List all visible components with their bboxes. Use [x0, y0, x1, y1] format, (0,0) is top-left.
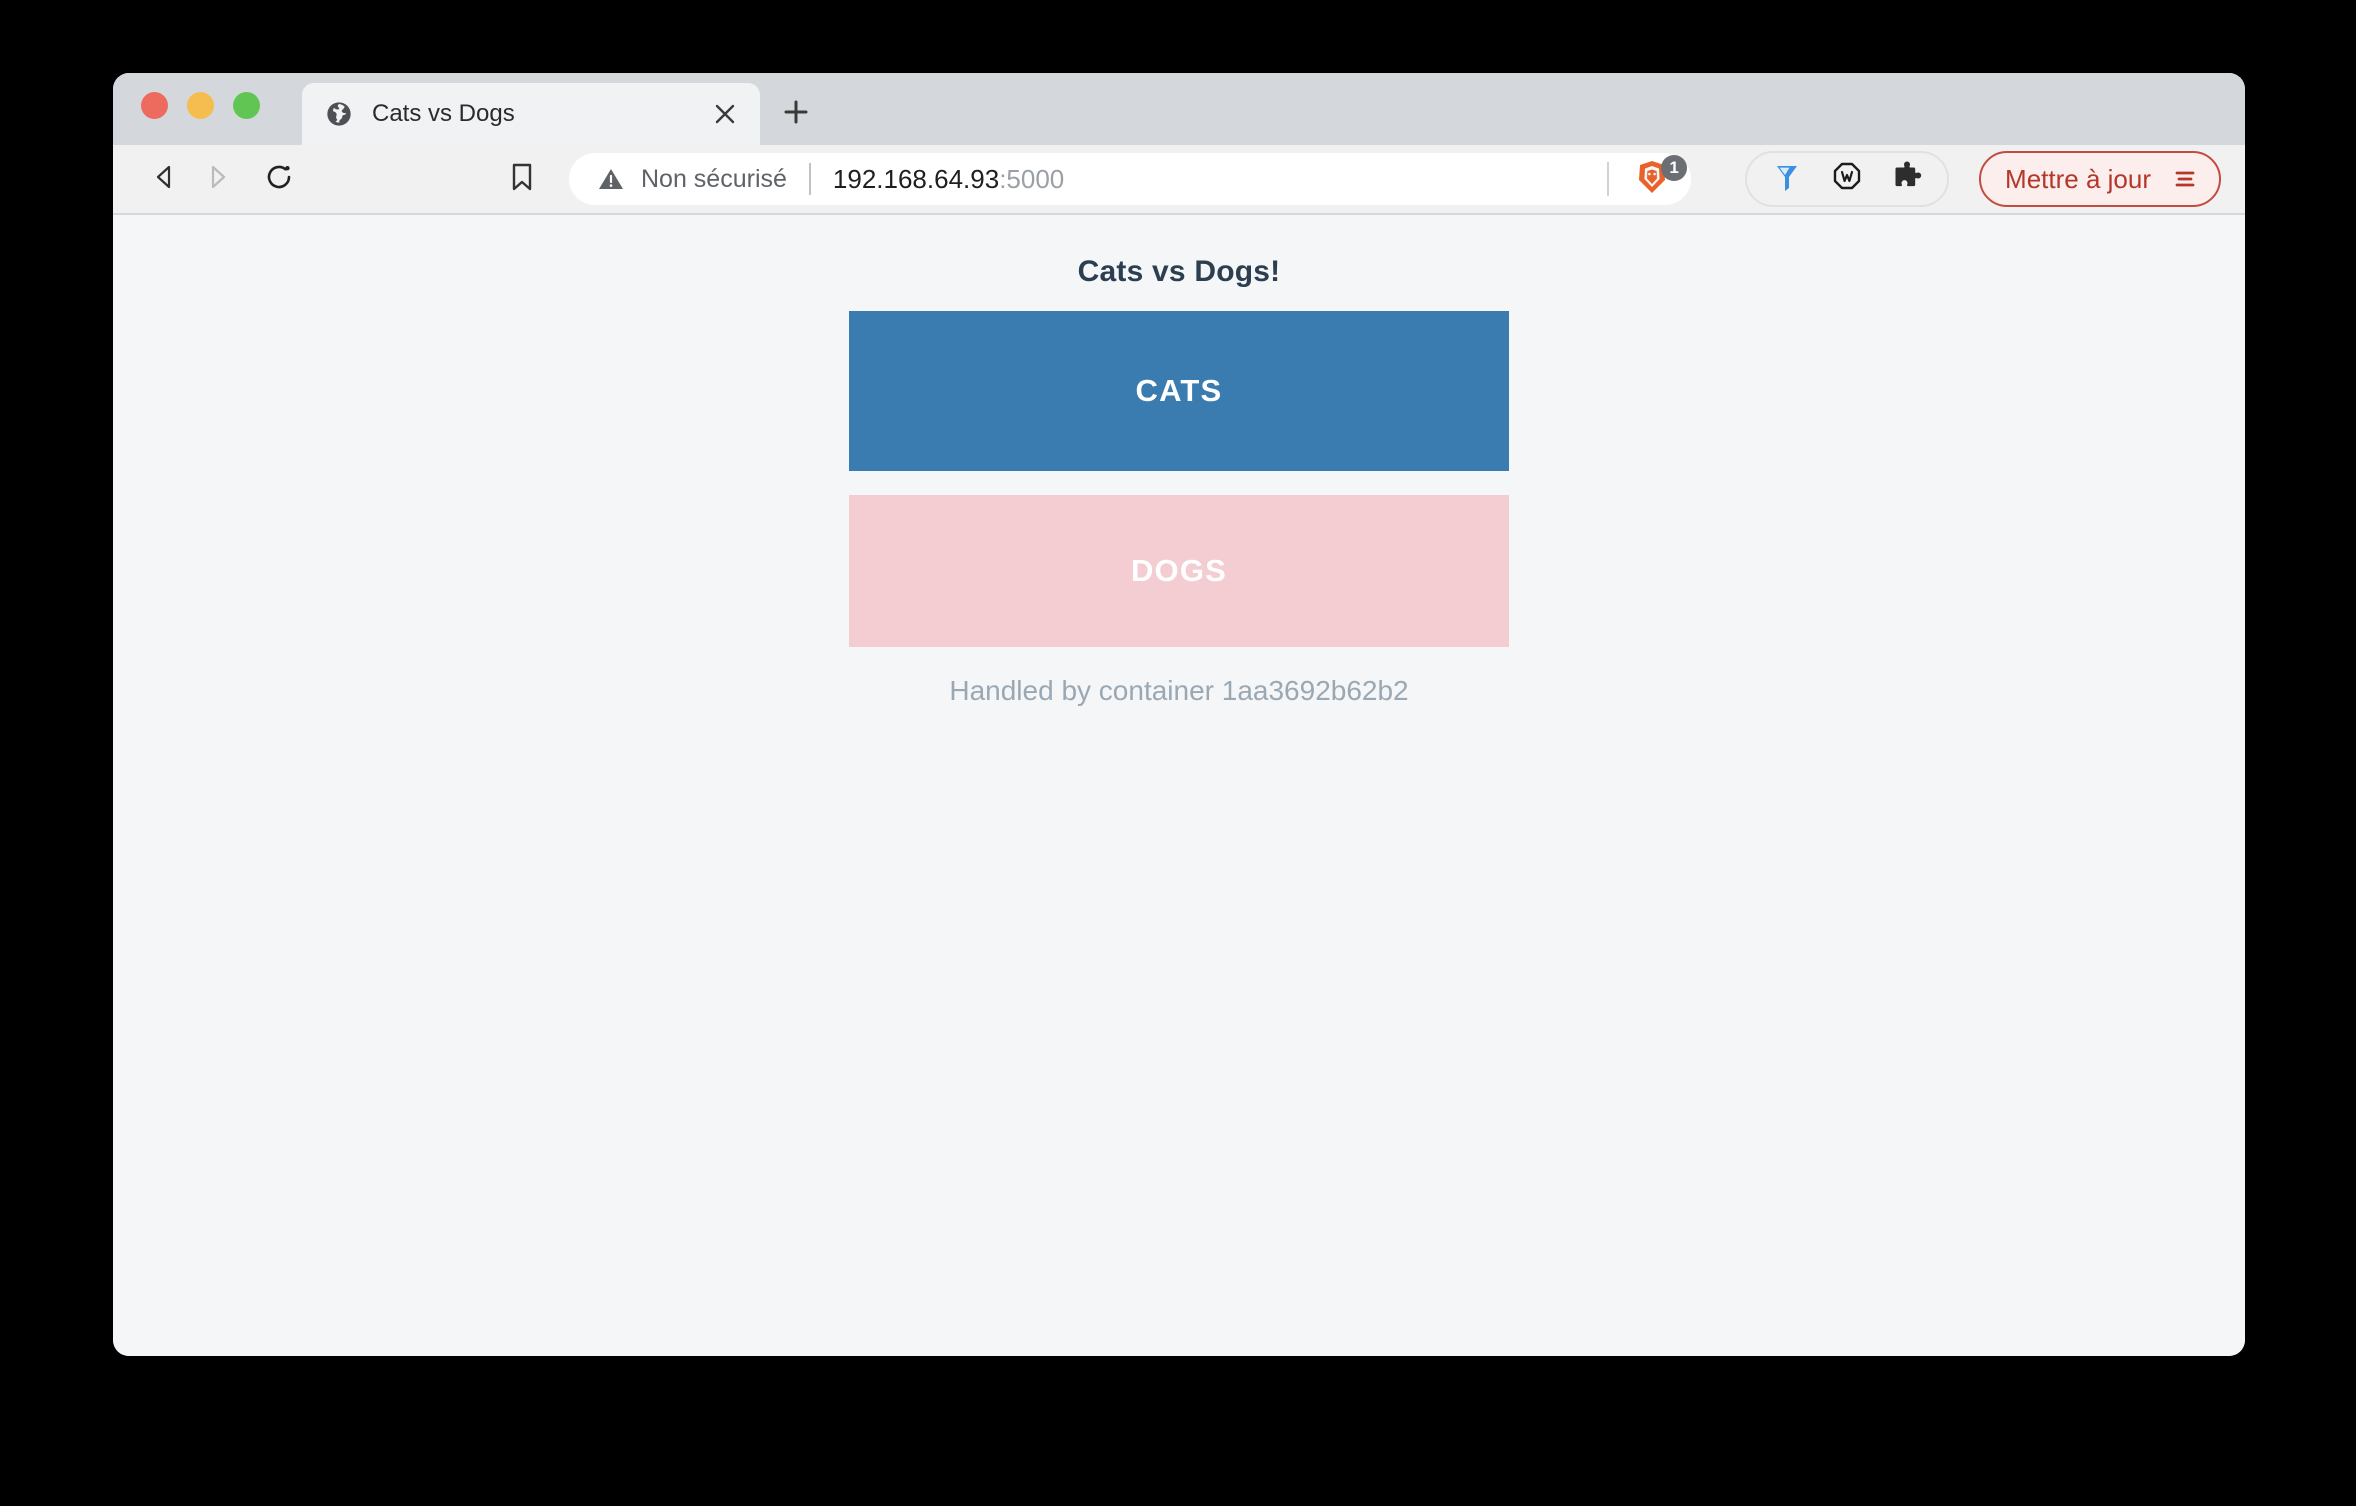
octagon-w-extension-button[interactable]	[1821, 156, 1873, 202]
bookmark-icon	[509, 162, 535, 197]
page-content: Cats vs Dogs! CATS DOGS Handled by conta…	[113, 215, 2245, 1356]
security-status-label: Non sécurisé	[641, 164, 787, 193]
update-button-label: Mettre à jour	[2005, 163, 2151, 194]
url-text: 192.168.64.93:5000	[833, 164, 1607, 195]
url-port: :5000	[999, 163, 1065, 194]
plus-icon	[782, 98, 810, 131]
back-button[interactable]	[139, 153, 191, 205]
update-button[interactable]: Mettre à jour	[1979, 151, 2221, 207]
address-bar[interactable]: Non sécurisé 192.168.64.93:5000 1	[569, 153, 1692, 205]
octagon-w-icon	[1831, 161, 1863, 198]
vote-bar-cats-label: CATS	[1135, 373, 1223, 408]
reload-button[interactable]	[253, 153, 305, 205]
window-minimize-button[interactable]	[187, 91, 214, 119]
new-tab-button[interactable]	[774, 92, 818, 136]
extensions-group	[1745, 151, 1950, 207]
omnibox-divider	[808, 163, 811, 195]
shields-blocked-count-badge: 1	[1661, 155, 1688, 181]
extensions-button[interactable]	[1881, 156, 1933, 202]
window-traffic-lights	[141, 73, 260, 145]
close-icon[interactable]	[708, 97, 742, 131]
forward-arrow-icon	[202, 162, 232, 197]
window-close-button[interactable]	[141, 91, 168, 119]
puzzle-piece-icon	[1891, 161, 1923, 198]
omnibox-right-divider	[1607, 162, 1610, 196]
window-zoom-button[interactable]	[233, 91, 260, 119]
warning-triangle-icon[interactable]	[597, 165, 625, 193]
vote-bar-dogs[interactable]: DOGS	[849, 495, 1509, 647]
browser-tab[interactable]: Cats vs Dogs	[302, 83, 760, 145]
bookmark-button[interactable]	[497, 154, 547, 204]
vote-bar-dogs-label: DOGS	[1130, 553, 1228, 588]
tab-title: Cats vs Dogs	[372, 100, 515, 127]
page-title: Cats vs Dogs!	[1077, 255, 1281, 288]
vote-bar-cats[interactable]: CATS	[849, 311, 1509, 471]
globe-icon	[324, 99, 354, 129]
url-host: 192.168.64.93	[832, 163, 1000, 194]
reload-icon	[263, 161, 295, 198]
browser-toolbar: Non sécurisé 192.168.64.93:5000 1 Mettre…	[113, 145, 2245, 215]
tab-strip: Cats vs Dogs	[113, 73, 2245, 145]
funnel-extension-button[interactable]	[1761, 156, 1813, 202]
brave-shields-button[interactable]: 1	[1619, 153, 1688, 205]
container-note: Handled by container 1aa3692b62b2	[949, 675, 1409, 706]
hamburger-menu-icon[interactable]	[2171, 165, 2199, 193]
forward-button[interactable]	[191, 153, 243, 205]
back-arrow-icon	[150, 162, 180, 197]
funnel-icon	[1771, 160, 1803, 199]
browser-window: Cats vs Dogs Non sécurisé 192.168.64.93:…	[113, 73, 2245, 1356]
